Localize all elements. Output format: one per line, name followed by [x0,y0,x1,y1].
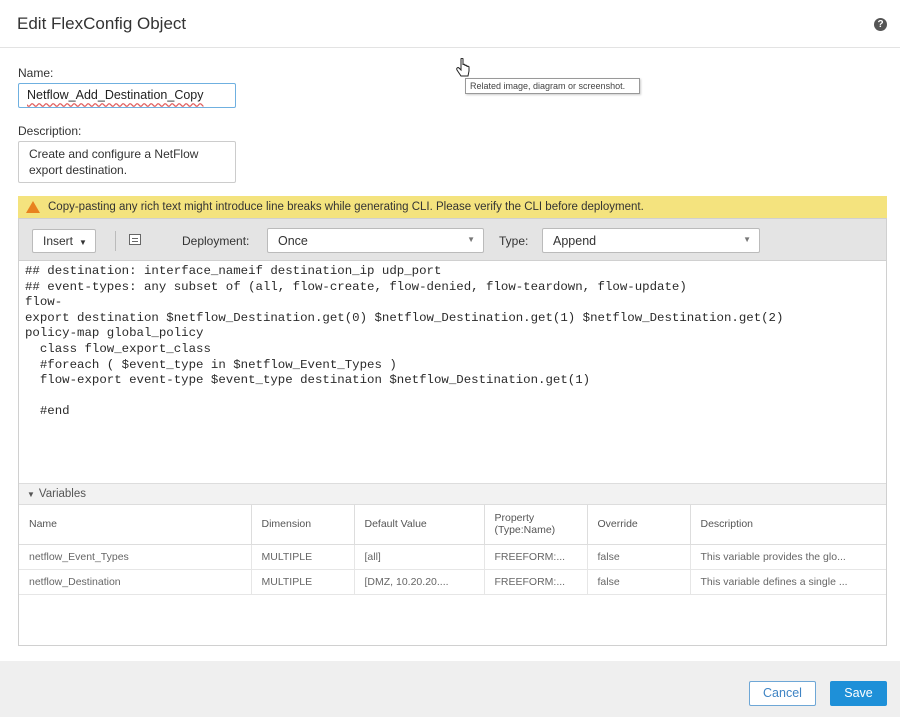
name-input[interactable]: Netflow_Add_Destination_Copy [18,83,236,108]
save-button[interactable]: Save [830,681,887,706]
table-cell: netflow_Destination [19,569,252,595]
blank-lines-icon[interactable] [129,234,141,245]
editor-toolbar: Insert ▼ Deployment: Once ▼ Type: Append … [19,219,886,261]
description-field[interactable]: Create and configure a NetFlow export de… [18,141,236,183]
cli-editor: Insert ▼ Deployment: Once ▼ Type: Append … [18,218,887,646]
toolbar-divider [115,231,116,251]
column-header[interactable]: Name [19,505,252,545]
hand-cursor-icon [456,58,470,77]
collapse-arrow-icon: ▼ [27,490,35,499]
table-cell: FREEFORM:... [484,569,588,595]
table-cell: false [587,544,691,570]
table-cell: This variable defines a single ... [690,569,886,595]
table-cell: [all] [354,544,485,570]
column-header[interactable]: Default Value [354,505,485,545]
warning-banner: Copy-pasting any rich text might introdu… [18,196,887,218]
table-cell: MULTIPLE [251,569,355,595]
insert-dropdown-button[interactable]: Insert ▼ [32,229,96,253]
dialog-footer: Cancel Save [0,661,900,717]
chevron-down-icon: ▼ [79,238,87,247]
cancel-button[interactable]: Cancel [749,681,816,706]
column-header[interactable]: Dimension [251,505,355,545]
description-line-1: Create and configure a NetFlow [29,147,199,161]
variables-section-header[interactable]: ▼ Variables [19,483,886,505]
deployment-label: Deployment: [182,234,250,248]
table-header-row: Name Dimension Default Value Property (T… [19,505,886,545]
edit-flexconfig-dialog: Edit FlexConfig Object ? Name: Netflow_A… [0,0,900,717]
deployment-value: Once [278,234,308,248]
table-cell: MULTIPLE [251,544,355,570]
deployment-select[interactable]: Once ▼ [267,228,484,253]
cli-code-area[interactable]: ## destination: interface_nameif destina… [25,264,885,484]
column-header[interactable]: Override [587,505,691,545]
chevron-down-icon: ▼ [743,235,751,244]
table-row[interactable]: netflow_Destination MULTIPLE [DMZ, 10.20… [19,569,886,595]
column-header[interactable]: Description [690,505,886,545]
description-label: Description: [18,124,82,138]
image-tooltip: Related image, diagram or screenshot. [465,78,640,94]
table-cell: [DMZ, 10.20.20.... [354,569,485,595]
type-value: Append [553,234,597,248]
warning-icon [26,201,40,213]
table-cell: This variable provides the glo... [690,544,886,570]
name-label: Name: [18,66,54,80]
table-cell: netflow_Event_Types [19,544,252,570]
warning-text: Copy-pasting any rich text might introdu… [48,201,644,213]
table-cell: false [587,569,691,595]
table-row[interactable]: netflow_Event_Types MULTIPLE [all] FREEF… [19,544,886,570]
column-header[interactable]: Property (Type:Name) [484,505,588,545]
help-icon[interactable]: ? [874,18,887,31]
insert-label: Insert [43,234,74,248]
type-select[interactable]: Append ▼ [542,228,760,253]
description-line-2: export destination. [29,163,128,177]
table-cell: FREEFORM:... [484,544,588,570]
variables-header-label: Variables [38,488,87,500]
chevron-down-icon: ▼ [467,235,475,244]
type-label: Type: [499,234,529,248]
dialog-header: Edit FlexConfig Object ? [0,0,900,48]
variables-table: Name Dimension Default Value Property (T… [19,505,886,595]
dialog-title: Edit FlexConfig Object [17,14,187,33]
